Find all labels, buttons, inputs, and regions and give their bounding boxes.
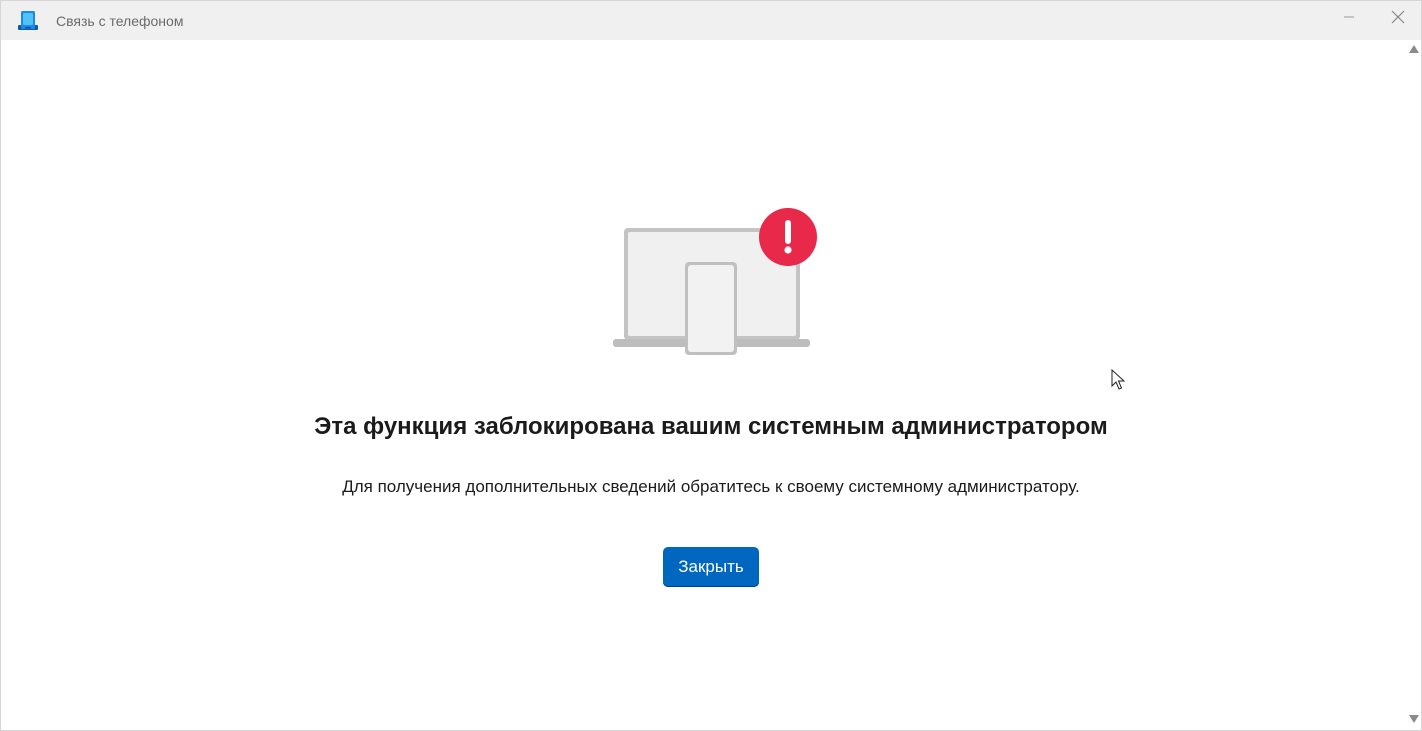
app-window: Связь с телефоном Эта функция заблокиров… (0, 0, 1422, 731)
window-title: Связь с телефоном (56, 13, 184, 29)
minimize-icon (1344, 16, 1354, 18)
mouse-cursor-icon (1111, 369, 1125, 390)
title-bar[interactable]: Связь с телефоном (1, 1, 1421, 40)
close-button[interactable]: Закрыть (663, 547, 759, 587)
scroll-down-arrow-icon[interactable] (1409, 715, 1419, 723)
scroll-up-arrow-icon[interactable] (1409, 45, 1419, 53)
laptop-phone-blocked-illustration (613, 208, 817, 355)
close-icon (1391, 10, 1405, 24)
phone-link-app-icon (18, 11, 38, 30)
main-content (1, 40, 1406, 730)
vertical-scrollbar[interactable] (1406, 40, 1421, 730)
page-title: Эта функция заблокирована вашим системны… (314, 413, 1108, 440)
minimize-button[interactable] (1326, 1, 1372, 33)
close-window-button[interactable] (1375, 1, 1421, 33)
description-text: Для получения дополнительных сведений об… (342, 477, 1080, 496)
exclamation-icon (759, 208, 817, 266)
